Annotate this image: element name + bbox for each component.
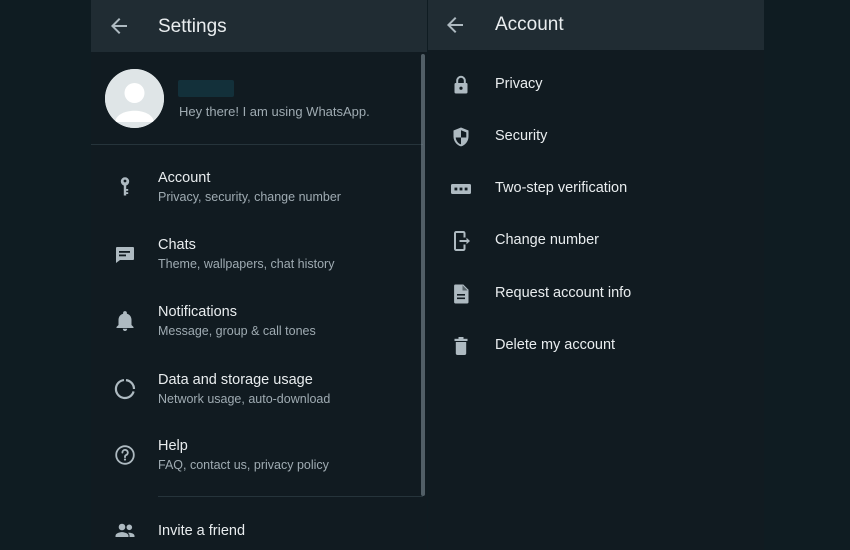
- account-panel: Account Privacy Security Two-step verifi…: [428, 0, 764, 550]
- settings-item-title: Help: [158, 438, 188, 454]
- default-avatar-icon: [105, 69, 164, 128]
- page-title: Settings: [158, 16, 227, 37]
- back-arrow-icon[interactable]: [107, 14, 131, 38]
- settings-panel: Settings Hey there! I am using WhatsApp.…: [91, 0, 427, 550]
- account-header: Account: [428, 0, 764, 50]
- account-item-label: Two-step verification: [495, 180, 628, 196]
- settings-item-notifications[interactable]: Notifications Message, group & call tone…: [91, 291, 421, 351]
- settings-item-subtitle: Network usage, auto-download: [158, 392, 331, 406]
- settings-item-subtitle: Message, group & call tones: [158, 324, 316, 338]
- account-item-label: Security: [495, 128, 548, 144]
- settings-item-subtitle: FAQ, contact us, privacy policy: [158, 458, 329, 472]
- settings-item-invite[interactable]: Invite a friend: [91, 506, 421, 550]
- settings-item-help[interactable]: Help FAQ, contact us, privacy policy: [91, 425, 421, 485]
- back-arrow-icon[interactable]: [443, 13, 467, 37]
- account-item-two-step[interactable]: Two-step verification: [428, 163, 764, 215]
- settings-item-chats[interactable]: Chats Theme, wallpapers, chat history: [91, 224, 421, 284]
- profile-status: Hey there! I am using WhatsApp.: [179, 104, 370, 119]
- trash-icon: [449, 334, 473, 358]
- avatar: [105, 69, 164, 128]
- account-item-label: Privacy: [495, 76, 543, 92]
- account-item-request-info[interactable]: Request account info: [428, 268, 764, 320]
- settings-item-title: Invite a friend: [158, 523, 246, 539]
- settings-item-title: Account: [158, 170, 211, 186]
- account-item-privacy[interactable]: Privacy: [428, 59, 764, 111]
- account-item-label: Change number: [495, 232, 599, 248]
- profile-row[interactable]: Hey there! I am using WhatsApp.: [91, 52, 427, 144]
- settings-item-data-storage[interactable]: Data and storage usage Network usage, au…: [91, 358, 421, 418]
- divider: [91, 144, 423, 145]
- document-icon: [449, 282, 473, 306]
- settings-item-title: Notifications: [158, 304, 237, 320]
- account-item-change-number[interactable]: Change number: [428, 215, 764, 267]
- settings-header: Settings: [91, 0, 427, 52]
- settings-item-title: Data and storage usage: [158, 372, 313, 388]
- account-item-security[interactable]: Security: [428, 111, 764, 163]
- shield-icon: [449, 125, 473, 149]
- settings-item-title: Chats: [158, 237, 196, 253]
- scrollbar[interactable]: [421, 54, 425, 496]
- bell-icon: [113, 309, 137, 333]
- profile-name-redacted: [178, 80, 234, 97]
- change-number-icon: [449, 229, 473, 253]
- account-item-label: Request account info: [495, 285, 632, 301]
- account-item-delete[interactable]: Delete my account: [428, 320, 764, 372]
- key-icon: [113, 175, 137, 199]
- data-usage-icon: [113, 377, 137, 401]
- settings-item-subtitle: Privacy, security, change number: [158, 190, 341, 204]
- divider: [158, 496, 423, 497]
- dots-icon: [449, 177, 473, 201]
- people-icon: [113, 518, 137, 542]
- page-title: Account: [495, 14, 564, 35]
- settings-item-account[interactable]: Account Privacy, security, change number: [91, 157, 421, 217]
- chat-icon: [113, 242, 137, 266]
- settings-item-subtitle: Theme, wallpapers, chat history: [158, 257, 335, 271]
- help-icon: [113, 443, 137, 467]
- account-item-label: Delete my account: [495, 337, 616, 353]
- lock-icon: [449, 73, 473, 97]
